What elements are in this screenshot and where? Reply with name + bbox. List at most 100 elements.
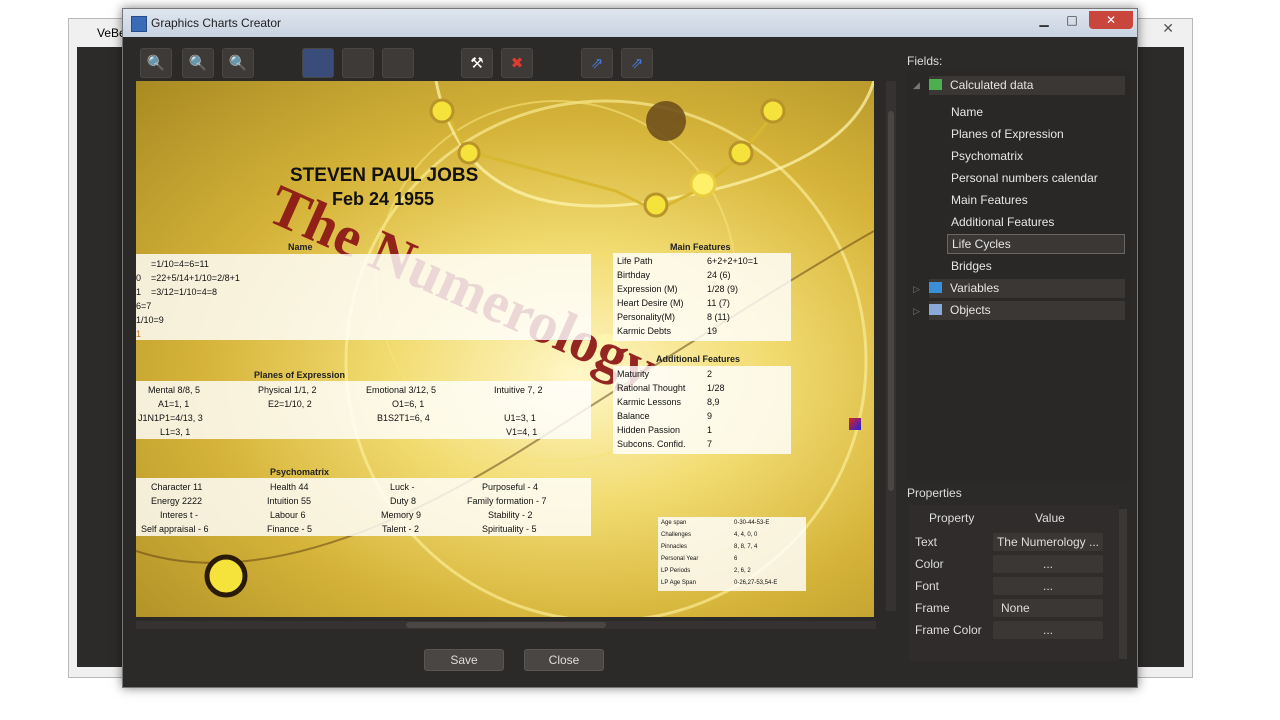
life-cycle-label: Pinnacles xyxy=(661,544,688,550)
tree-item-label: Calculated data xyxy=(950,78,1034,92)
tree-item-personal-numbers-calendar[interactable]: Personal numbers calendar xyxy=(951,171,1098,185)
layer-button-1[interactable] xyxy=(302,48,334,78)
planes-cell: O1=6, 1 xyxy=(392,399,425,409)
tools-icon[interactable]: ⚒ xyxy=(461,48,493,78)
zoom-in-icon[interactable]: 🔍 xyxy=(182,48,214,78)
additional-feature-value: 9 xyxy=(707,411,713,421)
properties-label: Properties xyxy=(907,486,962,500)
property-name-color: Color xyxy=(915,557,944,571)
minimize-button[interactable]: ▁ xyxy=(1031,11,1057,29)
save-button[interactable]: Save xyxy=(424,649,504,671)
life-cycle-value: 0-26,27-53,54-E xyxy=(734,580,778,586)
property-name-text: Text xyxy=(915,535,938,549)
name-line: 6=7 xyxy=(136,301,152,311)
tree-item-bridges[interactable]: Bridges xyxy=(951,259,992,273)
tree-item-additional-features[interactable]: Additional Features xyxy=(951,215,1054,229)
psycho-cell: Health 44 xyxy=(270,482,309,492)
close-button[interactable]: Close xyxy=(524,649,604,671)
main-features-header: Main Features xyxy=(670,242,731,252)
zoom-out-icon[interactable]: 🔍 xyxy=(222,48,254,78)
value-column-header: Value xyxy=(1035,511,1065,525)
layer-button-3[interactable] xyxy=(382,48,414,78)
psychomatrix-panel[interactable]: Character 11 Health 44 Luck - Purposeful… xyxy=(136,478,591,536)
additional-feature-label: Balance xyxy=(617,411,650,421)
property-value-font[interactable]: ... xyxy=(993,577,1103,595)
color-marker-icon[interactable] xyxy=(849,418,861,430)
property-name-frame-color: Frame Color xyxy=(915,623,982,637)
psycho-cell: Labour 6 xyxy=(270,510,306,520)
planes-cell: Physical 1/1, 2 xyxy=(258,385,317,395)
toolbar: 🔍 🔍 🔍 ⚒ ✖ ⇗ ⇗ xyxy=(135,45,885,81)
app-icon xyxy=(131,16,147,32)
vertical-scroll-thumb[interactable] xyxy=(888,111,894,491)
main-feature-label: Heart Desire (M) xyxy=(617,298,684,308)
tree-item-main-features[interactable]: Main Features xyxy=(951,193,1028,207)
property-value-frame[interactable]: None xyxy=(993,599,1103,617)
tree-item-name[interactable]: Name xyxy=(951,105,983,119)
psychomatrix-header: Psychomatrix xyxy=(270,467,330,477)
link-icon-1[interactable]: ⇗ xyxy=(581,48,613,78)
chart-canvas[interactable]: The Numerology STEVEN PAUL JOBS Feb 24 1… xyxy=(136,81,874,617)
background-window-close-icon[interactable]: ✕ xyxy=(1162,21,1174,37)
planes-cell: J1N1P1=4/13, 3 xyxy=(138,413,203,423)
property-name-font: Font xyxy=(915,579,940,593)
person-name[interactable]: STEVEN PAUL JOBS xyxy=(290,165,478,187)
link-icon-2[interactable]: ⇗ xyxy=(621,48,653,78)
property-column-header: Property xyxy=(929,511,975,525)
fields-tree: ◢ Calculated data Name Planes of Express… xyxy=(907,71,1131,481)
horizontal-scroll-thumb[interactable] xyxy=(406,622,606,628)
main-feature-label: Expression (M) xyxy=(617,284,678,294)
psycho-cell: Character 11 xyxy=(151,482,203,492)
name-panel[interactable]: =1/10=4=6=11 0 =22+5/14+1/10=2/8+1 1 =3/… xyxy=(136,254,591,340)
tree-item-life-cycles[interactable]: Life Cycles xyxy=(947,234,1125,254)
tree-item-planes-of-expression[interactable]: Planes of Expression xyxy=(951,127,1064,141)
collapse-arrow-icon[interactable]: ▷ xyxy=(913,285,920,295)
name-line-prefix: 1 xyxy=(136,287,142,297)
expand-arrow-icon[interactable]: ◢ xyxy=(913,81,920,91)
life-cycle-label: Personal Year xyxy=(661,556,699,562)
psycho-cell: Finance - 5 xyxy=(267,524,313,534)
name-line: =3/12=1/10=4=8 xyxy=(151,287,218,297)
tree-item-calculated-data[interactable]: Calculated data xyxy=(929,76,1125,95)
planes-cell: V1=4, 1 xyxy=(506,427,538,437)
close-window-button[interactable]: ✕ xyxy=(1089,11,1133,29)
life-cycle-value: 8, 8, 7, 4 xyxy=(734,544,758,550)
additional-feature-value: 1/28 xyxy=(707,383,725,393)
zoom-fit-icon[interactable]: 🔍 xyxy=(140,48,172,78)
psycho-cell: Spirituality - 5 xyxy=(482,524,537,534)
main-feature-value: 6+2+2+10=1 xyxy=(707,256,759,266)
additional-feature-label: Maturity xyxy=(617,369,650,379)
main-features-panel[interactable]: Life Path 6+2+2+10=1 Birthday 24 (6) Exp… xyxy=(613,253,791,341)
additional-features-panel[interactable]: Maturity 2 Rational Thought 1/28 Karmic … xyxy=(613,366,791,454)
psycho-cell: Talent - 2 xyxy=(382,524,420,534)
life-cycles-panel[interactable]: Age span 0-30-44-53-E Challenges 4, 4, 0… xyxy=(658,517,806,591)
graphics-charts-creator-window: Graphics Charts Creator ▁ □ ✕ 🔍 🔍 🔍 ⚒ ✖ … xyxy=(122,8,1138,688)
tree-item-variables[interactable]: Variables xyxy=(929,279,1125,298)
additional-feature-value: 1 xyxy=(707,425,713,435)
canvas-horizontal-scrollbar[interactable] xyxy=(136,621,876,629)
tree-item-label: Objects xyxy=(950,303,991,317)
psycho-cell: Energy 2222 xyxy=(151,496,203,506)
tree-item-psychomatrix[interactable]: Psychomatrix xyxy=(951,149,1023,163)
property-value-frame-color[interactable]: ... xyxy=(993,621,1103,639)
layer-button-2[interactable] xyxy=(342,48,374,78)
psycho-cell: Memory 9 xyxy=(381,510,422,520)
additional-feature-label: Hidden Passion xyxy=(617,425,681,435)
life-cycle-value: 4, 4, 0, 0 xyxy=(734,532,758,538)
canvas-vertical-scrollbar[interactable] xyxy=(886,81,896,611)
planes-cell: Intuitive 7, 2 xyxy=(494,385,543,395)
psycho-cell: Interes t - xyxy=(160,510,199,520)
delete-icon[interactable]: ✖ xyxy=(501,48,533,78)
planes-panel[interactable]: Mental 8/8, 5 A1=1, 1 J1N1P1=4/13, 3 L1=… xyxy=(136,381,591,439)
properties-scrollbar[interactable] xyxy=(1119,509,1127,659)
window-title: Graphics Charts Creator xyxy=(151,16,282,30)
title-bar: Graphics Charts Creator ▁ □ ✕ xyxy=(123,9,1137,37)
main-feature-value: 8 (11) xyxy=(707,312,730,322)
collapse-arrow-icon[interactable]: ▷ xyxy=(913,307,920,317)
psycho-cell: Duty 8 xyxy=(390,496,417,506)
property-value-text[interactable]: The Numerology ... xyxy=(993,533,1103,551)
property-value-color[interactable]: ... xyxy=(993,555,1103,573)
tree-item-objects[interactable]: Objects xyxy=(929,301,1125,320)
maximize-button[interactable]: □ xyxy=(1059,11,1085,29)
birth-date[interactable]: Feb 24 1955 xyxy=(332,189,434,210)
